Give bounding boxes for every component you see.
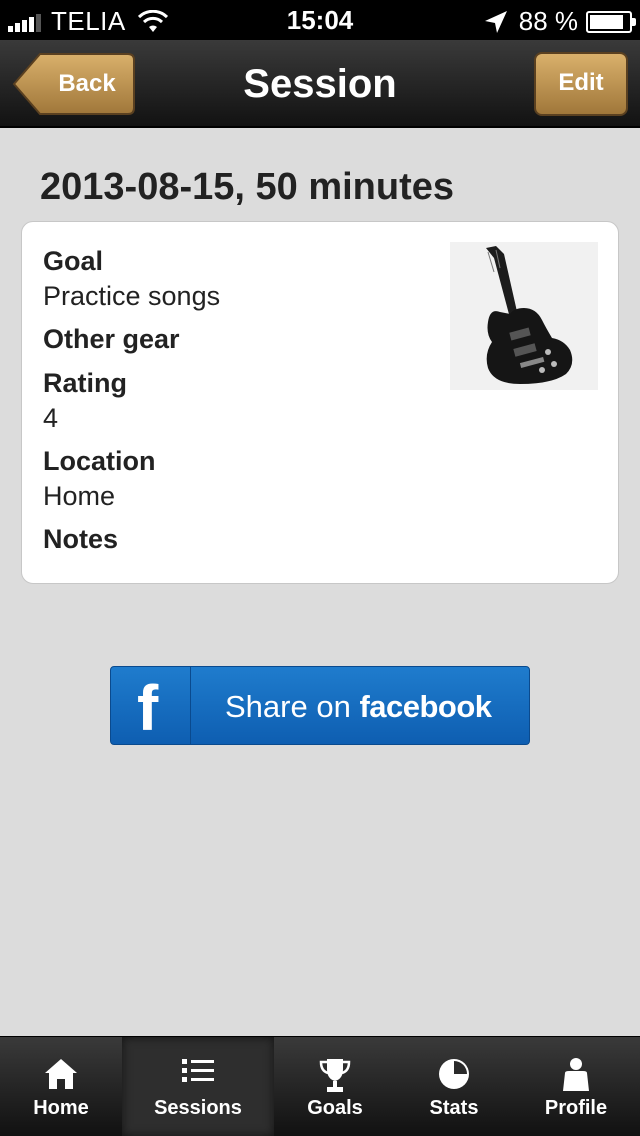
other-gear-label: Other gear bbox=[43, 324, 180, 354]
tab-goals-label: Goals bbox=[307, 1097, 363, 1119]
pie-chart-icon bbox=[439, 1059, 469, 1089]
location-value: Home bbox=[43, 481, 116, 511]
share-text: Share on facebook bbox=[225, 689, 492, 725]
status-right: 88 % bbox=[483, 6, 636, 37]
tab-goals[interactable]: Goals bbox=[274, 1037, 396, 1136]
goal-label: Goal bbox=[43, 246, 104, 276]
session-title: 2013-08-15, 50 minutes bbox=[40, 166, 455, 208]
guitar-photo[interactable] bbox=[450, 242, 598, 390]
facebook-logo-area: f bbox=[111, 667, 191, 744]
list-icon bbox=[182, 1059, 214, 1082]
share-brand: facebook bbox=[359, 689, 492, 724]
trophy-icon bbox=[319, 1059, 351, 1092]
tab-sessions[interactable]: Sessions bbox=[122, 1037, 274, 1136]
location-label: Location bbox=[43, 446, 156, 476]
tab-stats[interactable]: Stats bbox=[396, 1037, 512, 1136]
person-icon bbox=[563, 1058, 589, 1091]
battery-percent: 88 % bbox=[518, 6, 578, 36]
location-arrow-icon bbox=[484, 10, 507, 33]
battery-fill bbox=[590, 14, 624, 29]
tab-home-label: Home bbox=[33, 1097, 89, 1119]
share-on-facebook-button[interactable]: f Share on facebook bbox=[110, 666, 530, 745]
rating-value: 4 bbox=[43, 403, 59, 433]
battery-icon bbox=[586, 10, 636, 33]
tab-profile-label: Profile bbox=[544, 1097, 608, 1119]
rating-label: Rating bbox=[43, 368, 127, 398]
goal-value: Practice songs bbox=[43, 281, 221, 311]
tab-sessions-label: Sessions bbox=[154, 1097, 242, 1119]
session-details-card: Goal Practice songs Other gear Rating 4 … bbox=[21, 221, 619, 584]
tab-home[interactable]: Home bbox=[0, 1037, 122, 1136]
facebook-icon: f bbox=[137, 672, 159, 744]
tab-bar: Home Sessions Goals Stats Profile bbox=[0, 1036, 640, 1136]
guitar-icon bbox=[486, 246, 573, 384]
edit-button[interactable]: Edit bbox=[534, 52, 628, 116]
tab-stats-label: Stats bbox=[429, 1097, 479, 1119]
notes-label: Notes bbox=[43, 524, 119, 554]
share-prefix: Share on bbox=[225, 689, 351, 724]
home-icon bbox=[45, 1059, 77, 1089]
status-bar: TELIA 15:04 88 % bbox=[0, 0, 640, 40]
navigation-bar: Back Session Edit bbox=[0, 40, 640, 128]
tab-profile[interactable]: Profile bbox=[512, 1037, 640, 1136]
